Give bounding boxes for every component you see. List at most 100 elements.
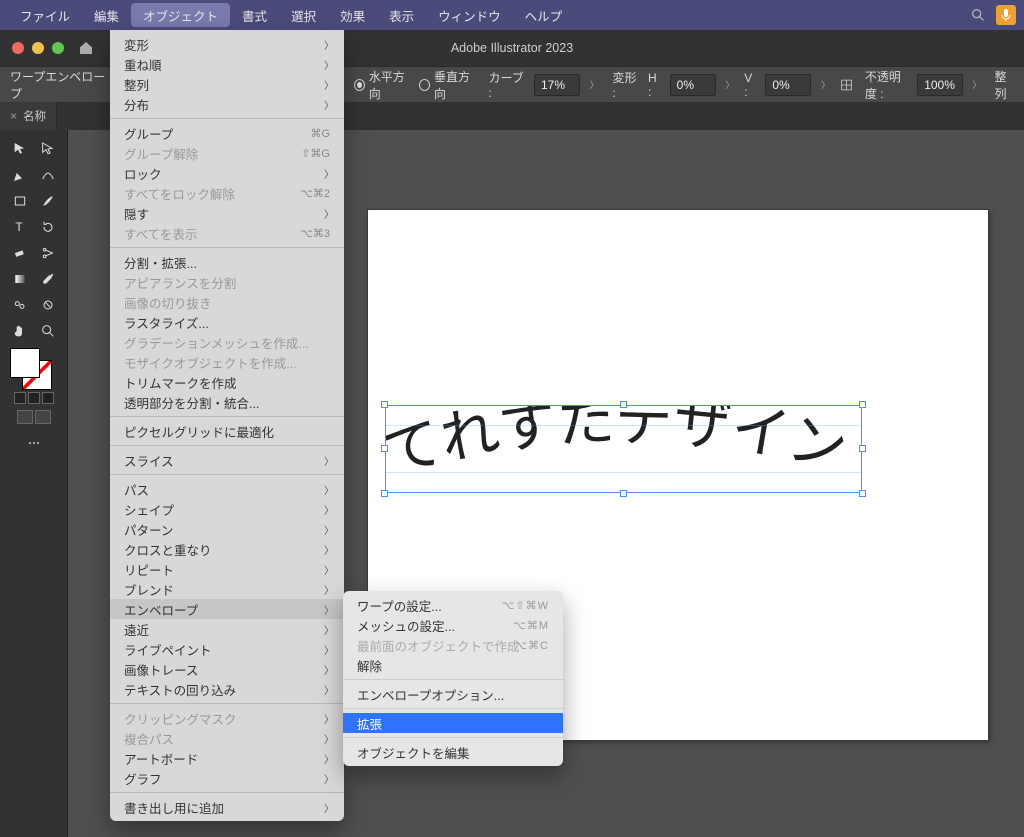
menu-item[interactable]: パターン〉 xyxy=(110,519,344,539)
shape-builder-tool[interactable] xyxy=(34,294,62,316)
chevron-icon[interactable]: 〉 xyxy=(588,78,601,91)
menu-item[interactable]: 分布〉 xyxy=(110,94,344,114)
menu-item: モザイクオブジェクトを作成... xyxy=(110,352,344,372)
window-minimize[interactable] xyxy=(32,42,44,54)
pen-tool[interactable] xyxy=(6,164,34,186)
window-zoom[interactable] xyxy=(52,42,64,54)
menu-item[interactable]: ライブペイント〉 xyxy=(110,639,344,659)
menu-effect[interactable]: 効果 xyxy=(328,3,377,27)
brush-tool[interactable] xyxy=(34,190,62,212)
zoom-tool[interactable] xyxy=(34,320,62,342)
menu-help[interactable]: ヘルプ xyxy=(513,3,575,27)
eyedropper-tool[interactable] xyxy=(34,268,62,290)
menu-item[interactable]: リピート〉 xyxy=(110,559,344,579)
menu-item[interactable]: 画像トレース〉 xyxy=(110,659,344,679)
menu-select[interactable]: 選択 xyxy=(279,3,328,27)
close-icon[interactable]: × xyxy=(10,109,17,123)
object-menu-dropdown: 変形〉重ね順〉整列〉分布〉グループ⌘Gグループ解除⇧⌘Gロック〉すべてをロック解… xyxy=(110,30,344,821)
menu-item[interactable]: 書き出し用に追加〉 xyxy=(110,797,344,817)
menu-item[interactable]: 隠す〉 xyxy=(110,203,344,223)
menu-item[interactable]: テキストの回り込み〉 xyxy=(110,679,344,699)
menu-item: すべてをロック解除⌥⌘2 xyxy=(110,183,344,203)
menu-type[interactable]: 書式 xyxy=(230,3,279,27)
menu-item: クリッピングマスク〉 xyxy=(110,708,344,728)
deform-h-label: H : xyxy=(648,71,662,99)
submenu-item[interactable]: 拡張 xyxy=(343,713,563,733)
menu-item[interactable]: ブレンド〉 xyxy=(110,579,344,599)
menu-item[interactable]: グループ⌘G xyxy=(110,123,344,143)
submenu-item[interactable]: ワープの設定...⌥⇧⌘W xyxy=(343,595,563,615)
align-button[interactable]: 整列 xyxy=(995,68,1014,102)
submenu-item[interactable]: 解除 xyxy=(343,655,563,675)
menu-item[interactable]: スライス〉 xyxy=(110,450,344,470)
submenu-item[interactable]: メッシュの設定...⌥⌘M xyxy=(343,615,563,635)
menu-item[interactable]: アートボード〉 xyxy=(110,748,344,768)
menu-item[interactable]: ピクセルグリッドに最適化 xyxy=(110,421,344,441)
curvature-tool[interactable] xyxy=(34,164,62,186)
menu-object[interactable]: オブジェクト xyxy=(131,3,230,27)
gradient-tool[interactable] xyxy=(6,268,34,290)
tools-panel: T xyxy=(0,130,68,837)
menu-item[interactable]: シェイプ〉 xyxy=(110,499,344,519)
mode-label: ワープエンベロープ xyxy=(10,68,105,102)
menu-item[interactable]: ラスタライズ... xyxy=(110,312,344,332)
menu-item[interactable]: グラフ〉 xyxy=(110,768,344,788)
rect-tool[interactable] xyxy=(6,190,34,212)
menu-item[interactable]: エンベロープ〉 xyxy=(110,599,344,619)
edit-toolbar[interactable] xyxy=(20,432,48,454)
chevron-icon[interactable]: 〉 xyxy=(819,78,832,91)
app-title: Adobe Illustrator 2023 xyxy=(451,41,573,55)
traffic-lights xyxy=(12,42,64,54)
menu-item[interactable]: ロック〉 xyxy=(110,163,344,183)
menu-item[interactable]: パス〉 xyxy=(110,479,344,499)
menu-item[interactable]: 分割・拡張... xyxy=(110,252,344,272)
mic-icon[interactable] xyxy=(996,5,1016,25)
rotate-tool[interactable] xyxy=(34,216,62,238)
menu-edit[interactable]: 編集 xyxy=(82,3,131,27)
color-mode-row[interactable] xyxy=(14,392,54,404)
window-close[interactable] xyxy=(12,42,24,54)
envelope-submenu: ワープの設定...⌥⇧⌘Wメッシュの設定...⌥⌘M最前面のオブジェクトで作成⌥… xyxy=(343,591,563,766)
deform-label: 変形 : xyxy=(613,69,640,100)
chevron-icon[interactable]: 〉 xyxy=(971,78,982,91)
selection-bounding-box[interactable]: てれすたデザイン xyxy=(385,405,862,493)
type-tool[interactable]: T xyxy=(6,216,34,238)
menu-item[interactable]: 遠近〉 xyxy=(110,619,344,639)
document-tab[interactable]: × 名称 xyxy=(0,102,57,130)
menu-window[interactable]: ウィンドウ xyxy=(426,3,513,27)
eraser-tool[interactable] xyxy=(6,242,34,264)
grid-icon[interactable] xyxy=(840,77,853,93)
direct-select-tool[interactable] xyxy=(34,138,62,160)
scissors-tool[interactable] xyxy=(34,242,62,264)
fill-stroke-swatch[interactable] xyxy=(10,348,58,390)
menu-item[interactable]: 重ね順〉 xyxy=(110,54,344,74)
menu-item: 画像の切り抜き xyxy=(110,292,344,312)
menu-item[interactable]: 変形〉 xyxy=(110,34,344,54)
menu-item: アピアランスを分割 xyxy=(110,272,344,292)
radio-vertical[interactable]: 垂直方向 xyxy=(419,68,476,102)
menu-view[interactable]: 表示 xyxy=(377,3,426,27)
chevron-icon[interactable]: 〉 xyxy=(724,78,737,91)
opacity-value[interactable]: 100% xyxy=(917,74,963,96)
menu-item[interactable]: クロスと重なり〉 xyxy=(110,539,344,559)
deform-v-label: V : xyxy=(744,71,757,99)
submenu-item[interactable]: エンベロープオプション... xyxy=(343,684,563,704)
symbol-tool[interactable] xyxy=(6,294,34,316)
menu-item: 複合パス〉 xyxy=(110,728,344,748)
menu-file[interactable]: ファイル xyxy=(8,3,82,27)
hand-tool[interactable] xyxy=(6,320,34,342)
menu-item[interactable]: 整列〉 xyxy=(110,74,344,94)
screen-mode-row[interactable] xyxy=(17,410,51,424)
home-icon[interactable] xyxy=(78,40,94,56)
submenu-item[interactable]: オブジェクトを編集 xyxy=(343,742,563,762)
menu-item: グループ解除⇧⌘G xyxy=(110,143,344,163)
search-icon[interactable] xyxy=(970,7,986,23)
menu-item[interactable]: トリムマークを作成 xyxy=(110,372,344,392)
radio-horizontal[interactable]: 水平方向 xyxy=(354,68,411,102)
deform-v-value[interactable]: 0% xyxy=(765,74,811,96)
tab-label: 名称 xyxy=(23,108,46,124)
menu-item[interactable]: 透明部分を分割・統合... xyxy=(110,392,344,412)
curve-value[interactable]: 17% xyxy=(534,74,580,96)
deform-h-value[interactable]: 0% xyxy=(670,74,716,96)
selection-tool[interactable] xyxy=(6,138,34,160)
